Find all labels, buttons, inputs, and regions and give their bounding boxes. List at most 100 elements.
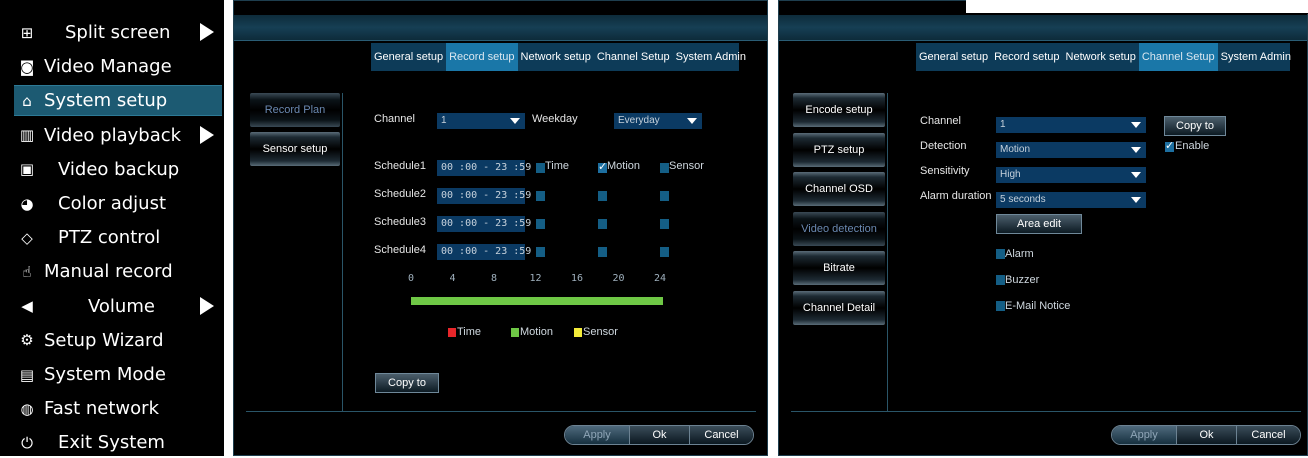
schedule-time-checkbox[interactable]: [536, 219, 545, 229]
schedule-time-input[interactable]: 00 :00 - 23 :59: [437, 244, 531, 260]
copy-to-button[interactable]: Copy to: [1164, 116, 1226, 136]
schedule-motion-checkbox[interactable]: [598, 247, 607, 257]
top-edge-strip: [966, 0, 1308, 14]
menu-item-video-playback[interactable]: ▥ Video playback: [14, 120, 222, 151]
channel-select[interactable]: 1: [437, 113, 525, 129]
option-label: Buzzer: [1005, 274, 1040, 286]
weekday-select[interactable]: Everyday: [614, 113, 702, 129]
alarm-checkbox[interactable]: [996, 249, 1005, 259]
menu-item-split-screen[interactable]: ⊞ Split screen: [14, 17, 222, 48]
menu-item-system-mode[interactable]: ▤ System Mode: [14, 359, 222, 390]
e-mail-notice-checkbox[interactable]: [996, 301, 1005, 311]
schedule-sensor-checkbox[interactable]: [660, 191, 669, 201]
menu-item-fast-network[interactable]: ◍ Fast network: [14, 393, 222, 424]
tab-network-setup[interactable]: Network setup: [518, 43, 594, 71]
tab-network-setup[interactable]: Network setup: [1063, 43, 1139, 71]
tab-system-admin[interactable]: System Admin: [673, 43, 749, 71]
menu-item-label: System Mode: [44, 364, 166, 385]
schedule-timeline-bar: [411, 297, 663, 305]
timeline-tick-label: 16: [571, 273, 584, 284]
menu-item-video-backup[interactable]: ▣ Video backup: [14, 154, 222, 185]
cancel-button[interactable]: Cancel: [1236, 426, 1300, 444]
menu-item-label: System setup: [44, 90, 168, 112]
menu-item-exit-system[interactable]: ⏻ Exit System: [14, 427, 222, 458]
schedule-motion-checkbox[interactable]: [598, 160, 607, 173]
select-value: 1: [1000, 119, 1006, 130]
ok-button[interactable]: Ok: [1176, 426, 1236, 444]
field-label: Sensitivity: [920, 165, 970, 177]
menu-item-setup-wizard[interactable]: ⚙ Setup Wizard: [14, 325, 222, 356]
schedule-time-input[interactable]: 00 :00 - 23 :59: [437, 188, 531, 204]
menu-item-label: Video backup: [58, 158, 180, 180]
menu-item-ptz-control[interactable]: ◇ PTZ control: [14, 222, 222, 253]
menu-item-color-adjust[interactable]: ◕ Color adjust: [14, 188, 222, 219]
sensitivity-select[interactable]: High: [996, 167, 1146, 183]
schedule-sensor-checkbox[interactable]: [660, 247, 669, 257]
legend-swatch: [511, 328, 519, 337]
menu-item-manual-record[interactable]: ☝ Manual record: [14, 256, 222, 287]
menu-item-system-setup[interactable]: ⌂ System setup: [14, 85, 222, 117]
main-menu: ⊞ Split screen ◙ Video Manage ⌂ System setup ▥…: [0, 0, 224, 456]
channel-select[interactable]: 1: [996, 117, 1146, 133]
area-edit-button[interactable]: Area edit: [996, 214, 1082, 234]
schedule-sensor-checkbox[interactable]: [660, 219, 669, 229]
camera-icon: ◙: [19, 57, 35, 76]
select-value: High: [1000, 169, 1021, 180]
buzzer-checkbox[interactable]: [996, 275, 1005, 285]
home-icon: ⌂: [22, 91, 32, 110]
schedule-time-checkbox[interactable]: [536, 191, 545, 201]
schedule-time-input[interactable]: 00 :00 - 23 :59: [437, 160, 531, 176]
schedule-motion-checkbox[interactable]: [598, 191, 607, 201]
schedule-time-checkbox[interactable]: [536, 163, 545, 173]
tab-channel-setup[interactable]: Channel Setup: [594, 43, 673, 71]
apply-button[interactable]: Apply: [565, 426, 629, 444]
film-icon: ▥: [19, 126, 35, 145]
record-setup-window: General setup Record setup Network setup Ch…: [233, 0, 768, 456]
sidebar-item-channel-osd[interactable]: Channel OSD: [793, 172, 885, 206]
timeline-tick-label: 24: [654, 273, 667, 284]
sidebar-item-video-detection[interactable]: Video detection: [793, 211, 885, 246]
sidebar-item-record-plan[interactable]: Record Plan: [250, 93, 340, 127]
cancel-button[interactable]: Cancel: [689, 426, 753, 444]
tab-record-setup[interactable]: Record setup: [991, 43, 1062, 71]
sidebar-item-channel-detail[interactable]: Channel Detail: [793, 290, 885, 325]
menu-item-volume[interactable]: ◀ Volume: [14, 291, 222, 322]
menu-item-label: Split screen: [65, 22, 171, 43]
copy-to-button[interactable]: Copy to: [375, 373, 439, 393]
enable-checkbox[interactable]: [1165, 139, 1174, 152]
select-value: Motion: [1000, 144, 1031, 155]
tab-general-setup[interactable]: General setup: [371, 43, 446, 71]
sidebar-item-sensor-setup[interactable]: Sensor setup: [250, 132, 340, 166]
ok-button[interactable]: Ok: [629, 426, 689, 444]
schedule-label: Schedule1: [374, 160, 426, 172]
menu-item-label: Video playback: [44, 124, 182, 146]
schedule-time-input[interactable]: 00 :00 - 23 :59: [437, 216, 531, 232]
sidebar-item-bitrate[interactable]: Bitrate: [793, 251, 885, 285]
menu-item-label: PTZ control: [58, 227, 161, 249]
document-icon: ▤: [19, 365, 35, 384]
tab-record-setup[interactable]: Record setup: [446, 43, 518, 71]
schedule-time-checkbox[interactable]: [536, 247, 545, 257]
sidebar-item-encode-setup[interactable]: Encode setup: [793, 93, 885, 127]
menu-item-label: Exit System: [58, 432, 165, 454]
timeline-tick-label: 4: [449, 273, 456, 284]
legend-label: Motion: [520, 326, 554, 338]
timeline-tick-label: 12: [529, 273, 542, 284]
tab-general-setup[interactable]: General setup: [916, 43, 991, 71]
record-type-label: Sensor: [669, 160, 704, 172]
apply-button[interactable]: Apply: [1112, 426, 1176, 444]
tab-system-admin[interactable]: System Admin: [1218, 43, 1294, 71]
menu-item-video-manage[interactable]: ◙ Video Manage: [14, 51, 222, 82]
sidebar-item-ptz-setup[interactable]: PTZ setup: [793, 132, 885, 167]
menu-item-label: Volume: [88, 295, 155, 317]
schedule-motion-checkbox[interactable]: [598, 219, 607, 229]
hand-icon: ☝: [22, 262, 32, 281]
schedule-label: Schedule2: [374, 188, 426, 200]
grid-icon: ⊞: [20, 23, 34, 42]
tab-channel-setup[interactable]: Channel Setup: [1138, 43, 1218, 71]
footer-buttons: Apply Ok Cancel: [564, 425, 754, 445]
legend-label: Time: [457, 326, 482, 338]
schedule-sensor-checkbox[interactable]: [660, 163, 669, 173]
detection-select[interactable]: Motion: [996, 142, 1146, 158]
alarm-duration-select[interactable]: 5 seconds: [996, 192, 1146, 208]
